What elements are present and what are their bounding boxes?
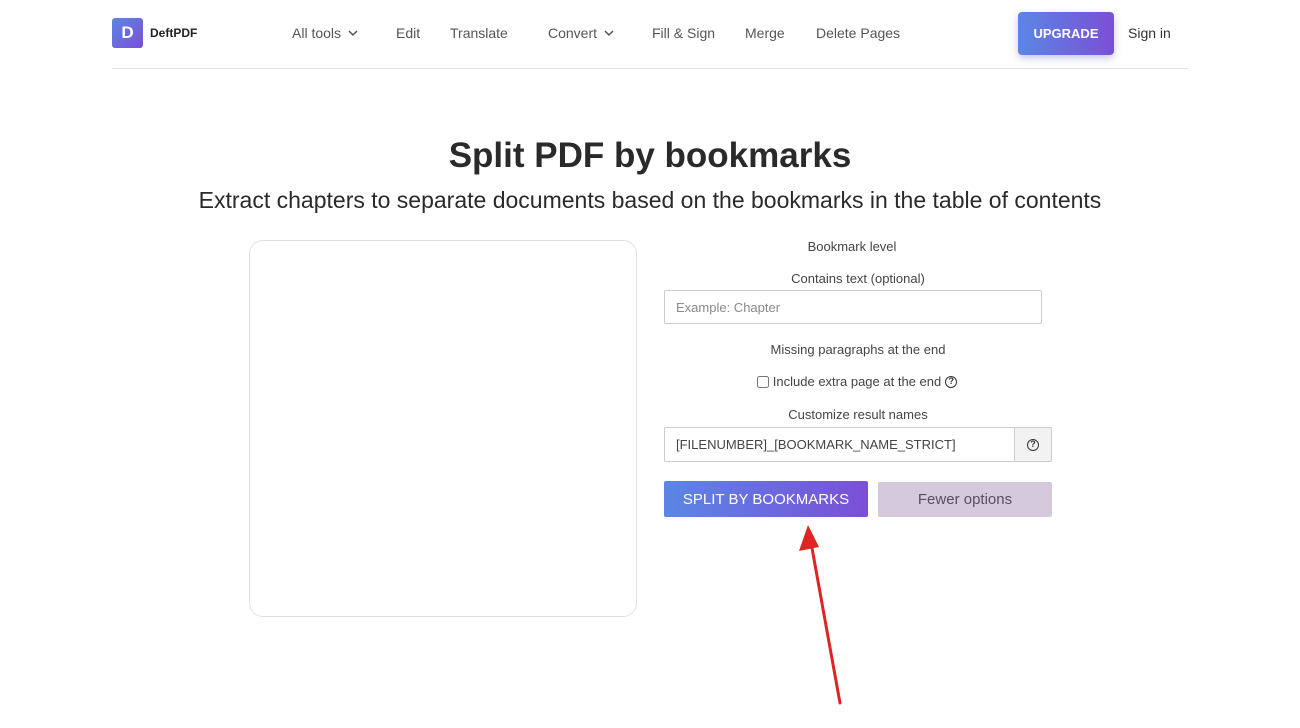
nav-merge[interactable]: Merge (745, 25, 785, 41)
page: D DeftPDF All tools Edit Translate Conve… (0, 0, 1300, 728)
result-names-help-button[interactable]: ? (1014, 427, 1052, 462)
document-preview (249, 240, 637, 617)
fewer-options-button[interactable]: Fewer options (878, 482, 1052, 517)
include-extra-page-row: Include extra page at the end ? (664, 374, 1050, 389)
header: D DeftPDF All tools Edit Translate Conve… (112, 0, 1188, 69)
help-icon: ? (1027, 438, 1039, 451)
nav-fill-sign[interactable]: Fill & Sign (652, 25, 715, 41)
nav-all-tools-label: All tools (292, 25, 342, 41)
nav-edit[interactable]: Edit (396, 25, 420, 41)
contains-text-input[interactable] (664, 290, 1042, 324)
main-nav: All tools Edit Translate Convert Fill & … (112, 0, 1188, 69)
include-extra-page-label[interactable]: Include extra page at the end (773, 374, 941, 389)
customize-names-label: Customize result names (788, 407, 928, 422)
upgrade-button[interactable]: UPGRADE (1018, 12, 1114, 55)
bookmark-level-label: Bookmark level (807, 239, 897, 254)
chevron-down-icon (348, 30, 358, 37)
nav-all-tools[interactable]: All tools (292, 25, 358, 41)
nav-translate[interactable]: Translate (450, 25, 508, 41)
page-title: Split PDF by bookmarks (448, 136, 852, 175)
nav-convert[interactable]: Convert (548, 25, 614, 41)
annotation-arrow-icon (799, 525, 842, 705)
chevron-down-icon (604, 30, 614, 37)
result-names-input[interactable] (664, 427, 1016, 462)
include-extra-page-checkbox[interactable] (756, 375, 769, 388)
nav-delete-pages[interactable]: Delete Pages (816, 25, 900, 41)
missing-paragraphs-label: Missing paragraphs at the end (770, 342, 946, 357)
page-subtitle: Extract chapters to separate documents b… (198, 187, 1102, 213)
contains-text-label: Contains text (optional) (791, 271, 925, 286)
sign-in-link[interactable]: Sign in (1128, 25, 1171, 41)
nav-convert-label: Convert (548, 25, 598, 41)
help-icon[interactable]: ? (945, 375, 958, 388)
split-by-bookmarks-button[interactable]: SPLIT BY BOOKMARKS (664, 481, 868, 517)
